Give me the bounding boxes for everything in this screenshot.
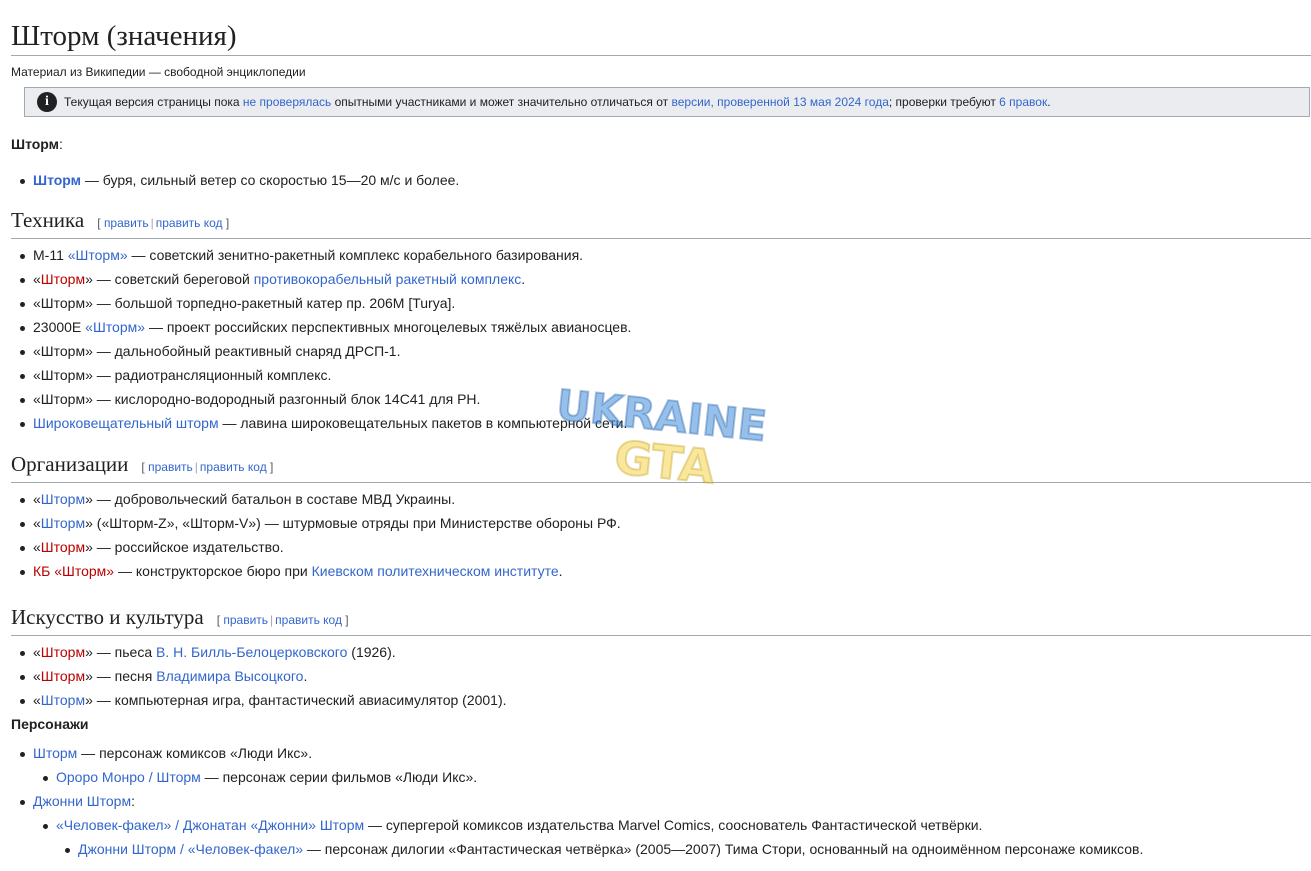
info-icon: i bbox=[37, 92, 57, 112]
section-edit-links: [ править | править код ] bbox=[141, 460, 274, 474]
storm-xmen-link[interactable]: Шторм bbox=[33, 745, 77, 761]
site-tagline: Материал из Википедии — свободной энцикл… bbox=[11, 65, 306, 79]
johnny-subsublist: Джонни Шторм / «Человек-факел» — персона… bbox=[11, 839, 1311, 859]
characters-sublist: Ороро Монро / Шторм — персонаж серии фил… bbox=[11, 767, 1311, 787]
edit-code-link[interactable]: править код bbox=[275, 613, 342, 627]
list-item: «Шторм» — советский береговой противокор… bbox=[11, 269, 1311, 289]
shtorm-publisher-link[interactable]: Шторм bbox=[41, 539, 85, 555]
list-item: «Человек-факел» / Джонатан «Джонни» Штор… bbox=[11, 815, 1311, 835]
article-content: Шторм (значения) Материал из Википедии —… bbox=[11, 0, 1311, 863]
shtorm-song-link[interactable]: Шторм bbox=[41, 668, 85, 684]
broadcast-storm-link[interactable]: Широковещательный шторм bbox=[33, 415, 219, 431]
edit-link[interactable]: править bbox=[104, 216, 149, 230]
list-item: «Шторм» — пьеса В. Н. Билль-Белоцерковск… bbox=[11, 642, 1311, 662]
characters-list-2: Джонни Шторм: bbox=[11, 791, 1311, 811]
list-item: «Шторм» — большой торпедно-ракетный кате… bbox=[11, 293, 1311, 313]
list-item: «Шторм» — добровольческий батальон в сос… bbox=[11, 489, 1311, 509]
notice-text: Текущая версия страницы пока не проверял… bbox=[64, 95, 1051, 109]
list-item: Шторм — буря, сильный ветер со скоростью… bbox=[11, 170, 1311, 190]
johnny-storm-link[interactable]: Джонни Шторм bbox=[33, 793, 131, 809]
org-list: «Шторм» — добровольческий батальон в сос… bbox=[11, 489, 1311, 581]
kb-shtorm-link[interactable]: КБ «Шторм» bbox=[33, 563, 114, 579]
shtorm-game-link[interactable]: Шторм bbox=[41, 692, 85, 708]
intro-line: Шторм: bbox=[11, 136, 63, 152]
edit-link[interactable]: править bbox=[223, 613, 268, 627]
list-item: «Шторм» — кислородно-водородный разгонны… bbox=[11, 389, 1311, 409]
list-item: «Шторм» — дальнобойный реактивный снаряд… bbox=[11, 341, 1311, 361]
characters-subheading: Персонажи bbox=[11, 716, 89, 732]
list-item: М-11 «Шторм» — советский зенитно-ракетны… bbox=[11, 245, 1311, 265]
shtorm-sam-link[interactable]: Шторм bbox=[76, 247, 120, 263]
section-heading-org: Организации [ править | править код ] bbox=[11, 451, 1311, 483]
list-item: Джонни Шторм: bbox=[11, 791, 1311, 811]
list-item: «Шторм» — песня Владимира Высоцкого. bbox=[11, 666, 1311, 686]
shtorm-play-link[interactable]: Шторм bbox=[41, 644, 85, 660]
edit-code-link[interactable]: править код bbox=[200, 460, 267, 474]
ororo-munroe-link[interactable]: Ороро Монро / Шторм bbox=[56, 769, 201, 785]
list-item: «Шторм» («Шторм-Z», «Шторм-V») — штурмов… bbox=[11, 513, 1311, 533]
storm-weather-link[interactable]: Шторм bbox=[33, 172, 81, 188]
section-heading-art: Искусство и культура [ править | править к… bbox=[11, 604, 1311, 636]
art-list: «Шторм» — пьеса В. Н. Билль-Белоцерковск… bbox=[11, 642, 1311, 710]
human-torch-comics-link[interactable]: «Человек-факел» / Джонатан «Джонни» Штор… bbox=[56, 817, 364, 833]
johnny-sublist: «Человек-факел» / Джонатан «Джонни» Штор… bbox=[11, 815, 1311, 835]
shtorm-carrier-link[interactable]: Шторм bbox=[93, 319, 137, 335]
tech-list: М-11 «Шторм» — советский зенитно-ракетны… bbox=[11, 245, 1311, 433]
pending-edits-link[interactable]: 6 правок bbox=[999, 95, 1047, 109]
list-item: Джонни Шторм / «Человек-факел» — персона… bbox=[11, 839, 1311, 859]
list-item: Ороро Монро / Шторм — персонаж серии фил… bbox=[11, 767, 1311, 787]
johnny-storm-film-link[interactable]: Джонни Шторм / «Человек-факел» bbox=[78, 841, 303, 857]
list-item: «Шторм» — радиотрансляционный комплекс. bbox=[11, 365, 1311, 385]
kpi-link[interactable]: Киевском политехническом институте bbox=[312, 563, 559, 579]
intro-list: Шторм — буря, сильный ветер со скоростью… bbox=[11, 170, 1311, 190]
shtorm-coastal-link[interactable]: Шторм bbox=[41, 271, 85, 287]
edit-code-link[interactable]: править код bbox=[156, 216, 223, 230]
shtorm-z-link[interactable]: Шторм bbox=[41, 515, 85, 531]
section-edit-links: [ править | править код ] bbox=[216, 613, 349, 627]
reviewed-version-link[interactable]: версии, проверенной 13 мая 2024 года bbox=[671, 95, 888, 109]
edit-link[interactable]: править bbox=[148, 460, 193, 474]
unreviewed-link[interactable]: не проверялась bbox=[243, 95, 331, 109]
shtorm-battalion-link[interactable]: Шторм bbox=[41, 491, 85, 507]
vysotsky-link[interactable]: Владимира Высоцкого bbox=[156, 668, 303, 684]
anti-ship-missile-link[interactable]: противокорабельный ракетный комплекс bbox=[254, 271, 522, 287]
review-notice: i Текущая версия страницы пока не провер… bbox=[24, 87, 1310, 117]
list-item: «Шторм» — российское издательство. bbox=[11, 537, 1311, 557]
section-edit-links: [ править | править код ] bbox=[97, 216, 230, 230]
list-item: Шторм — персонаж комиксов «Люди Икс». bbox=[11, 743, 1311, 763]
characters-list: Шторм — персонаж комиксов «Люди Икс». bbox=[11, 743, 1311, 763]
list-item: 23000Е «Шторм» — проект российских персп… bbox=[11, 317, 1311, 337]
list-item: «Шторм» — компьютерная игра, фантастичес… bbox=[11, 690, 1311, 710]
section-heading-tech: Техника [ править | править код ] bbox=[11, 207, 1311, 239]
page-title: Шторм (значения) bbox=[11, 0, 1311, 56]
list-item: КБ «Шторм» — конструкторское бюро при Ки… bbox=[11, 561, 1311, 581]
list-item: Широковещательный шторм — лавина широков… bbox=[11, 413, 1311, 433]
bill-belotserkovsky-link[interactable]: В. Н. Билль-Белоцерковского bbox=[156, 644, 347, 660]
